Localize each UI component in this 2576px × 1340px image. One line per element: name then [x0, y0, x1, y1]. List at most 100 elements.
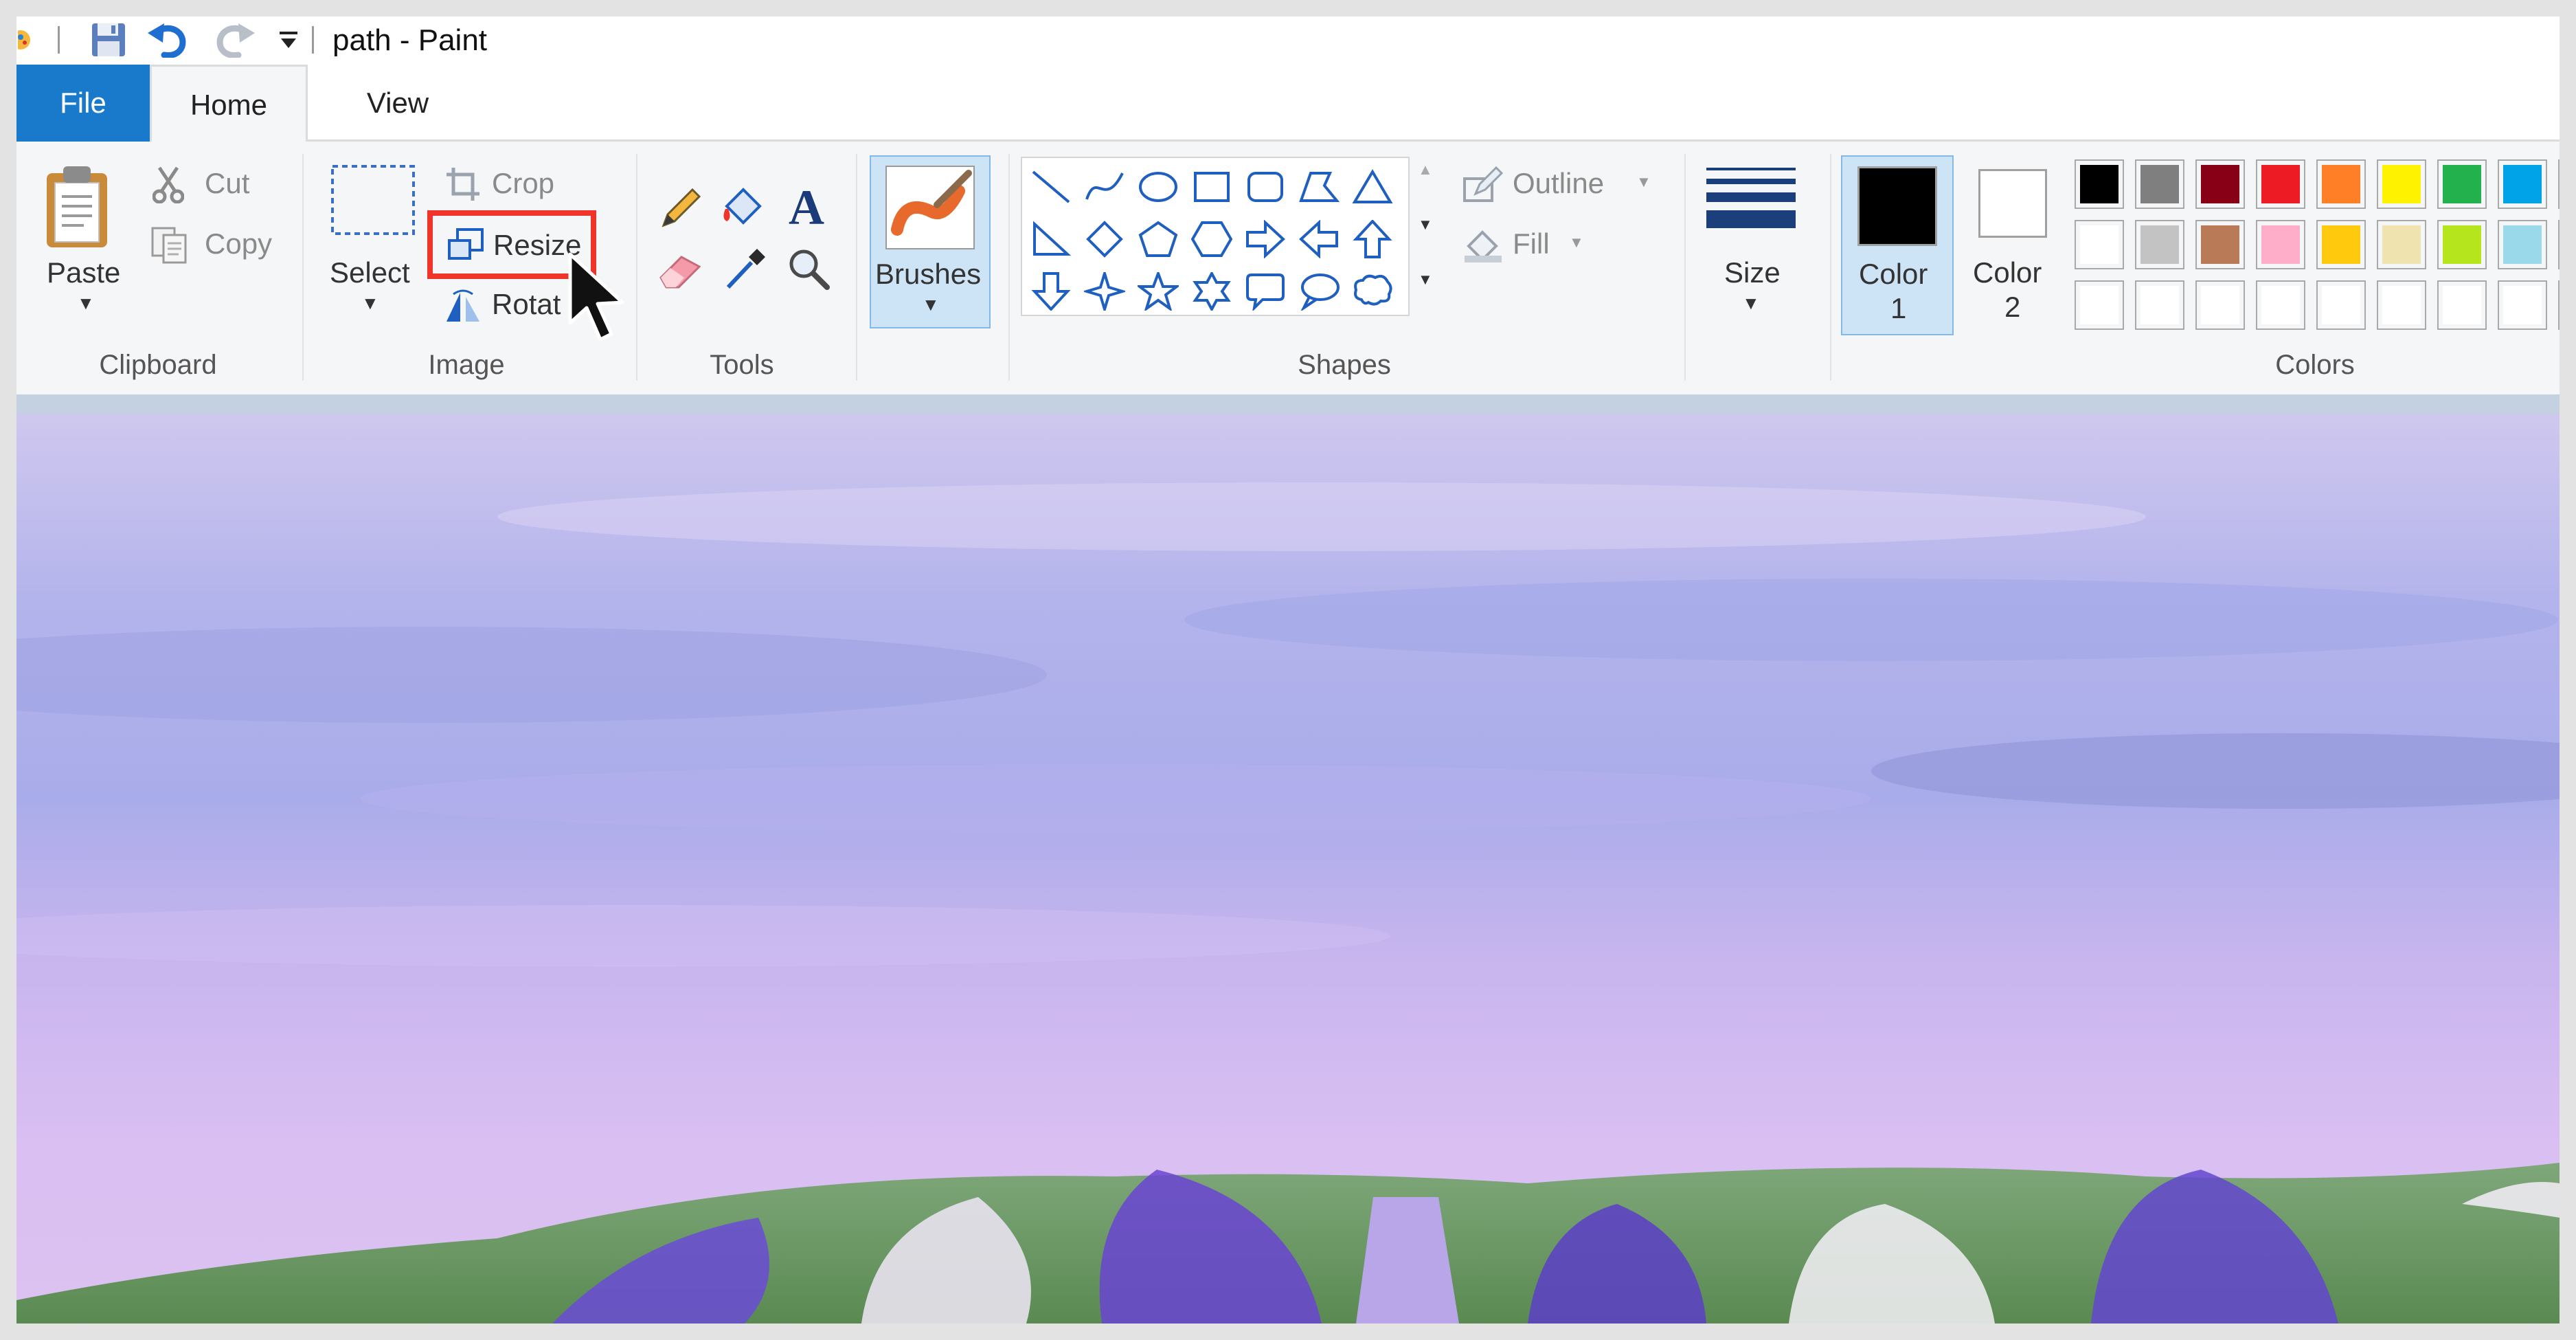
oval-icon[interactable]	[1132, 162, 1184, 212]
palette-swatch[interactable]	[2558, 159, 2560, 209]
brushes-button[interactable]: Brushes ▼	[870, 155, 991, 328]
palette-empty-slot[interactable]	[2316, 280, 2366, 330]
rectangle-icon[interactable]	[1186, 162, 1238, 212]
palette-empty-slot[interactable]	[2437, 280, 2487, 330]
palette-swatch[interactable]	[2437, 159, 2487, 209]
up-arrow-icon[interactable]	[1346, 214, 1399, 264]
down-arrow-icon[interactable]	[1025, 267, 1077, 316]
paste-button[interactable]: Paste ▼	[23, 155, 126, 320]
select-icon	[331, 165, 415, 235]
tab-file[interactable]: File	[16, 65, 150, 142]
redo-icon[interactable]	[210, 22, 258, 58]
magnifier-icon[interactable]	[784, 245, 833, 293]
text-icon[interactable]: A	[784, 181, 833, 232]
color-picker-icon[interactable]	[721, 245, 769, 293]
right-arrow-icon[interactable]	[1239, 214, 1291, 264]
palette-swatch[interactable]	[2135, 220, 2184, 269]
pencil-icon[interactable]	[657, 184, 705, 232]
tab-home[interactable]: Home	[150, 65, 308, 144]
size-button[interactable]: Size ▼	[1693, 155, 1809, 328]
left-arrow-icon[interactable]	[1293, 214, 1345, 264]
swatch-fill	[2080, 165, 2119, 203]
chevron-down-icon: ▼	[1569, 234, 1584, 251]
palette-swatch[interactable]	[2135, 159, 2184, 209]
diamond-icon[interactable]	[1078, 214, 1131, 264]
palette-swatch[interactable]	[2195, 220, 2245, 269]
swatch-fill	[2443, 225, 2481, 264]
drawing-canvas[interactable]	[16, 414, 2560, 1324]
palette-swatch[interactable]	[2316, 220, 2366, 269]
chevron-down-icon: ▼	[361, 293, 379, 313]
rotate-button[interactable]: Rotat	[436, 284, 587, 327]
shapes-gallery	[1021, 157, 1410, 316]
pentagon-icon[interactable]	[1132, 214, 1184, 264]
cloud-callout-icon[interactable]	[1346, 267, 1399, 316]
palette-swatch[interactable]	[2498, 220, 2547, 269]
outline-button[interactable]: Outline ▼	[1455, 162, 1661, 205]
fill-button[interactable]: Fill ▼	[1455, 223, 1606, 265]
copy-button[interactable]: Copy	[139, 224, 290, 265]
select-button[interactable]: Select ▼	[309, 155, 426, 320]
scroll-up-icon[interactable]: ▲	[1418, 161, 1433, 179]
palette-swatch[interactable]	[2075, 220, 2124, 269]
color-2-swatch	[1978, 169, 2047, 238]
fill-bucket-icon[interactable]	[720, 181, 769, 231]
separator	[312, 26, 314, 54]
crop-button[interactable]: Crop	[436, 162, 587, 205]
right-triangle-icon[interactable]	[1025, 214, 1077, 264]
paste-label: Paste	[47, 256, 121, 289]
palette-swatch[interactable]	[2437, 220, 2487, 269]
palette-empty-slot[interactable]	[2498, 280, 2547, 330]
palette-swatch[interactable]	[2256, 220, 2305, 269]
palette-swatch[interactable]	[2377, 220, 2426, 269]
shapes-scrollbar[interactable]: ▲ ▼ ▼	[1411, 157, 1438, 316]
palette-empty-slot[interactable]	[2195, 280, 2245, 330]
color-1-number: 1	[1890, 292, 1907, 324]
hexagon-icon[interactable]	[1186, 214, 1238, 264]
outline-icon	[1463, 166, 1503, 202]
palette-swatch[interactable]	[2256, 159, 2305, 209]
save-icon[interactable]	[88, 22, 129, 58]
oval-callout-icon[interactable]	[1293, 267, 1345, 316]
title-bar: path - Paint	[16, 16, 2560, 65]
scroll-down-icon[interactable]: ▼	[1418, 216, 1433, 234]
paint-app-icon[interactable]	[16, 22, 40, 58]
palette-empty-slot[interactable]	[2558, 280, 2560, 330]
palette-empty-slot[interactable]	[2075, 280, 2124, 330]
six-point-star-icon[interactable]	[1186, 267, 1238, 316]
cut-button[interactable]: Cut	[139, 164, 276, 205]
palette-swatch[interactable]	[2377, 159, 2426, 209]
brush-icon	[885, 166, 975, 249]
line-icon[interactable]	[1025, 162, 1077, 212]
color-2-button[interactable]: Color 2	[1958, 155, 2070, 335]
palette-swatch[interactable]	[2075, 159, 2124, 209]
five-point-star-icon[interactable]	[1132, 267, 1184, 316]
swatch-fill	[2443, 165, 2481, 203]
clipboard-icon	[47, 166, 107, 247]
canvas-gap	[16, 394, 2560, 414]
rounded-rectangle-icon[interactable]	[1239, 162, 1291, 212]
rounded-callout-icon[interactable]	[1239, 267, 1291, 316]
palette-swatch[interactable]	[2498, 159, 2547, 209]
polygon-icon[interactable]	[1293, 162, 1345, 212]
color-1-button[interactable]: Color 1	[1841, 155, 1954, 335]
undo-icon[interactable]	[144, 22, 192, 58]
cut-label: Cut	[205, 167, 250, 199]
palette-empty-slot[interactable]	[2256, 280, 2305, 330]
outline-label: Outline	[1513, 167, 1605, 199]
triangle-icon[interactable]	[1346, 162, 1399, 212]
customize-toolbar-icon[interactable]	[275, 22, 302, 58]
expand-gallery-icon[interactable]: ▼	[1418, 271, 1433, 289]
palette-swatch[interactable]	[2316, 159, 2366, 209]
curve-icon[interactable]	[1078, 162, 1131, 212]
group-separator	[302, 154, 304, 381]
palette-empty-slot[interactable]	[2377, 280, 2426, 330]
image-group-label: Image	[428, 350, 505, 380]
tab-view[interactable]: View	[319, 65, 477, 142]
eraser-icon[interactable]	[657, 245, 706, 293]
palette-empty-slot[interactable]	[2135, 280, 2184, 330]
palette-swatch[interactable]	[2558, 220, 2560, 269]
palette-swatch[interactable]	[2195, 159, 2245, 209]
crop-icon	[447, 168, 479, 201]
four-point-star-icon[interactable]	[1078, 267, 1131, 316]
